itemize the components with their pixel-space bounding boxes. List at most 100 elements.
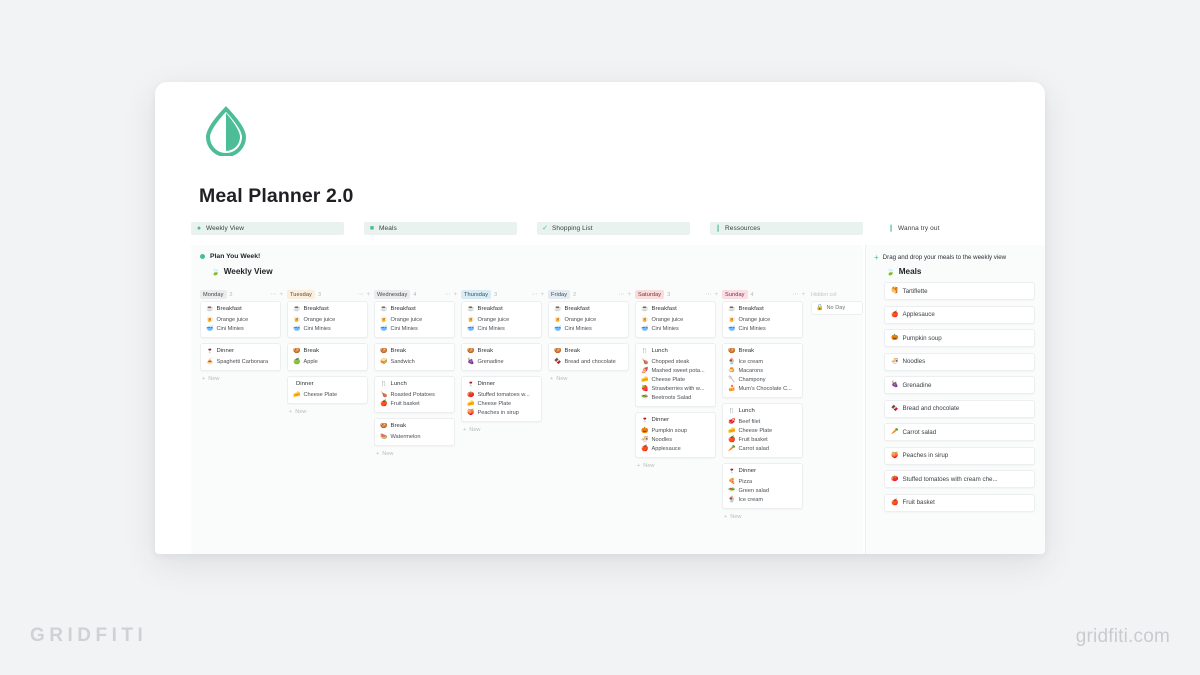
- column-add-icon[interactable]: +: [801, 292, 805, 298]
- meal-item[interactable]: 🍓 Strawberries with w...: [641, 384, 710, 393]
- meal-item[interactable]: 🍮 Macarons: [728, 366, 797, 375]
- meal-card[interactable]: 🍷 Dinner 🍕 Pizza 🥗 Green salad 🍨 Ice cream: [722, 463, 803, 509]
- column-day-pill[interactable]: Monday: [200, 290, 227, 299]
- meal-item[interactable]: 🍇 Grenadine: [467, 357, 536, 366]
- meal-item[interactable]: 🥣 Cini Minies: [728, 324, 797, 333]
- meal-item[interactable]: 🍰 Mum's Chocolate C...: [728, 384, 797, 393]
- meal-card[interactable]: 🍪 Break 🥪 Sandwich: [374, 343, 455, 371]
- meal-item[interactable]: 🍫 Bread and chocolate: [554, 357, 623, 366]
- meal-item[interactable]: 🥣 Cini Minies: [554, 324, 623, 333]
- column-more-icon[interactable]: ⋯: [531, 291, 537, 298]
- meal-item[interactable]: 🥄 Champony: [728, 375, 797, 384]
- new-card-button[interactable]: + New: [724, 514, 809, 520]
- meal-item[interactable]: 🥕 Carrot salad: [728, 444, 797, 453]
- meal-card[interactable]: 🍪 Break 🍉 Watermelon: [374, 418, 455, 446]
- plus-icon[interactable]: +: [874, 253, 879, 262]
- meal-list-item[interactable]: 🍜 Noodles: [884, 352, 1035, 371]
- meal-item[interactable]: 🍺 Orange juice: [641, 315, 710, 324]
- meal-card[interactable]: 🍪 Break 🍏 Apple: [287, 343, 368, 371]
- meal-list-item[interactable]: 🥞 Tartiflette: [884, 282, 1035, 301]
- tab-weekly-view[interactable]: ● Weekly View: [191, 222, 344, 235]
- meal-card[interactable]: ☕ Breakfast 🍺 Orange juice 🥣 Cini Minies: [548, 301, 629, 338]
- meal-list-item[interactable]: 🍎 Fruit basket: [884, 493, 1035, 512]
- meal-item[interactable]: 🍝 Spaghetti Carbonara: [206, 357, 275, 366]
- meal-item[interactable]: 🥣 Cini Minies: [380, 324, 449, 333]
- column-day-pill[interactable]: Tuesday: [287, 290, 315, 299]
- meal-item[interactable]: 🧀 Cheese Plate: [293, 390, 362, 399]
- meal-item[interactable]: 🍕 Pizza: [728, 477, 797, 486]
- column-add-icon[interactable]: +: [714, 292, 718, 298]
- meal-card[interactable]: 🍪 Break 🍨 Ice cream 🍮 Macarons 🥄 Champony 🍰 Mum's…: [722, 343, 803, 398]
- column-more-icon[interactable]: ⋯: [444, 291, 450, 298]
- tab-shopping-list[interactable]: ✓ Shopping List: [537, 222, 690, 235]
- column-more-icon[interactable]: ⋯: [618, 291, 624, 298]
- meal-list-item[interactable]: 🍅 Stuffed tomatoes with cream che...: [884, 470, 1035, 489]
- meal-item[interactable]: 🥗 Beetroots Salad: [641, 393, 710, 402]
- meal-item[interactable]: 🍏 Apple: [293, 357, 362, 366]
- meal-item[interactable]: 🍺 Orange juice: [728, 315, 797, 324]
- new-card-button[interactable]: + New: [376, 451, 461, 457]
- meal-list-item[interactable]: 🍑 Peaches in sirup: [884, 446, 1035, 465]
- column-more-icon[interactable]: ⋯: [705, 291, 711, 298]
- meal-item[interactable]: 🧀 Cheese Plate: [467, 399, 536, 408]
- meal-item[interactable]: 🍨 Ice cream: [728, 357, 797, 366]
- meal-item[interactable]: 🥗 Green salad: [728, 486, 797, 495]
- meal-card[interactable]: ☕ Breakfast 🍺 Orange juice 🥣 Cini Minies: [461, 301, 542, 338]
- meal-item[interactable]: 🍺 Orange juice: [293, 315, 362, 324]
- meal-item[interactable]: 🍺 Orange juice: [554, 315, 623, 324]
- column-day-pill[interactable]: Saturday: [635, 290, 665, 299]
- meal-card[interactable]: ☕ Breakfast 🍺 Orange juice 🥣 Cini Minies: [722, 301, 803, 338]
- column-more-icon[interactable]: ⋯: [357, 291, 363, 298]
- meal-list-item[interactable]: 🍎 Applesauce: [884, 305, 1035, 324]
- column-add-icon[interactable]: +: [453, 292, 457, 298]
- meal-card[interactable]: 🍴 Lunch 🍗 Roasted Potatoes 🍎 Fruit basket: [374, 376, 455, 413]
- meal-item[interactable]: 🍺 Orange juice: [380, 315, 449, 324]
- column-more-icon[interactable]: ⋯: [792, 291, 798, 298]
- meal-card[interactable]: ☕ Breakfast 🍺 Orange juice 🥣 Cini Minies: [200, 301, 281, 338]
- meal-item[interactable]: 🍉 Watermelon: [380, 432, 449, 441]
- meal-card[interactable]: ☕ Breakfast 🍺 Orange juice 🥣 Cini Minies: [287, 301, 368, 338]
- column-add-icon[interactable]: +: [540, 292, 544, 298]
- meal-list-item[interactable]: 🍫 Bread and chocolate: [884, 399, 1035, 418]
- meal-item[interactable]: 🍠 Mashed sweet pota...: [641, 366, 710, 375]
- new-card-button[interactable]: + New: [289, 409, 374, 415]
- meal-card[interactable]: 🍴 Lunch 🥩 Beef filet 🧀 Cheese Plate 🍎 Fruit bas…: [722, 403, 803, 458]
- meal-item[interactable]: 🍗 Roasted Potatoes: [380, 390, 449, 399]
- meal-item[interactable]: 🍎 Fruit basket: [728, 435, 797, 444]
- meal-list-item[interactable]: 🎃 Pumpkin soup: [884, 329, 1035, 348]
- meal-item[interactable]: 🥣 Cini Minies: [467, 324, 536, 333]
- meal-card[interactable]: 🍷 Dinner 🍝 Spaghetti Carbonara: [200, 343, 281, 371]
- meal-card[interactable]: 🍴 Lunch 🍗 Chopped steak 🍠 Mashed sweet pota..…: [635, 343, 716, 407]
- meal-list-item[interactable]: 🥕 Carrot salad: [884, 423, 1035, 442]
- meal-item[interactable]: 🍺 Orange juice: [206, 315, 275, 324]
- new-card-button[interactable]: + New: [202, 376, 287, 382]
- tab-ressources[interactable]: ❙ Ressources: [710, 222, 863, 235]
- meal-item[interactable]: 🍗 Chopped steak: [641, 357, 710, 366]
- meal-item[interactable]: 🍨 Ice cream: [728, 495, 797, 504]
- new-card-button[interactable]: + New: [463, 427, 548, 433]
- column-day-pill[interactable]: Thursday: [461, 290, 492, 299]
- column-day-pill[interactable]: Wednesday: [374, 290, 411, 299]
- column-add-icon[interactable]: +: [366, 292, 370, 298]
- meal-item[interactable]: 🧀 Cheese Plate: [641, 375, 710, 384]
- meal-card[interactable]: 🍪 Break 🍇 Grenadine: [461, 343, 542, 371]
- column-day-pill[interactable]: Sunday: [722, 290, 748, 299]
- no-day-group[interactable]: 🔒 No Day: [811, 301, 863, 315]
- kanban-board[interactable]: Monday 2 ⋯ + ☕ Breakfast 🍺 Orange juice 🥣 Cini Mi…: [200, 288, 863, 554]
- meal-card[interactable]: ☕ Breakfast 🍺 Orange juice 🥣 Cini Minies: [635, 301, 716, 338]
- new-card-button[interactable]: + New: [637, 463, 722, 469]
- meal-item[interactable]: 🥣 Cini Minies: [206, 324, 275, 333]
- column-add-icon[interactable]: +: [279, 292, 283, 298]
- meals-list[interactable]: 🥞 Tartiflette 🍎 Applesauce 🎃 Pumpkin soup 🍜 Noo…: [874, 282, 1035, 512]
- meal-item[interactable]: 🍑 Peaches in sirup: [467, 408, 536, 417]
- meal-item[interactable]: 🍎 Fruit basket: [380, 399, 449, 408]
- meal-item[interactable]: 🎃 Pumpkin soup: [641, 426, 710, 435]
- column-day-pill[interactable]: Friday: [548, 290, 571, 299]
- meal-card[interactable]: 🍷 Dinner 🎃 Pumpkin soup 🍜 Noodles 🍎 Applesauce: [635, 412, 716, 458]
- meal-item[interactable]: 🥪 Sandwich: [380, 357, 449, 366]
- meal-item[interactable]: 🥩 Beef filet: [728, 417, 797, 426]
- column-more-icon[interactable]: ⋯: [270, 291, 276, 298]
- new-card-button[interactable]: + New: [550, 376, 635, 382]
- meal-item[interactable]: 🧀 Cheese Plate: [728, 426, 797, 435]
- meal-item[interactable]: 🥣 Cini Minies: [293, 324, 362, 333]
